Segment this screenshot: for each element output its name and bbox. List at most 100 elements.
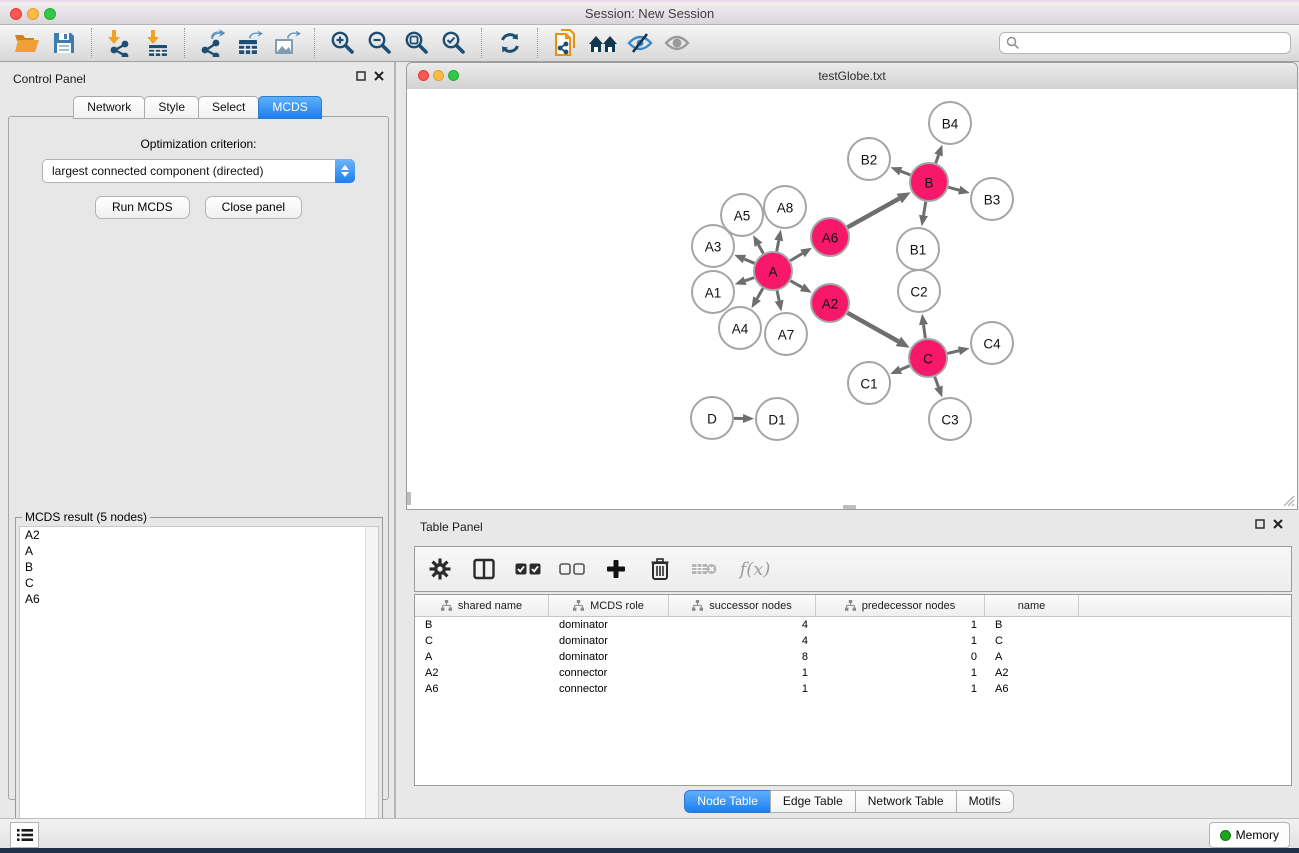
tab-motifs[interactable]: Motifs (956, 790, 1014, 813)
graph-edge-C-C2[interactable] (919, 314, 928, 338)
graph-node-B2[interactable]: B2 (848, 138, 890, 180)
graph-edge-A-A5[interactable] (753, 235, 763, 253)
export-network-button[interactable] (194, 27, 231, 59)
graph-node-C4[interactable]: C4 (971, 322, 1013, 364)
tab-mcds[interactable]: MCDS (258, 96, 321, 119)
graph-node-A5[interactable]: A5 (721, 194, 763, 236)
graph-node-A4[interactable]: A4 (719, 307, 761, 349)
delete-column-button[interactable] (645, 554, 675, 584)
table-cell[interactable]: 1 (816, 635, 985, 647)
network-window-titlebar[interactable]: testGlobe.txt (407, 63, 1297, 90)
table-row[interactable]: A2connector11A2 (415, 665, 1291, 681)
table-row[interactable]: Adominator80A (415, 649, 1291, 665)
table-cell[interactable]: dominator (549, 635, 669, 647)
zoom-in-button[interactable] (324, 27, 361, 59)
tab-style[interactable]: Style (144, 96, 199, 119)
mcds-result-item[interactable]: A2 (20, 527, 378, 543)
graph-node-B3[interactable]: B3 (971, 178, 1013, 220)
zoom-selected-button[interactable] (435, 27, 472, 59)
graph-edge-A-A3[interactable] (734, 255, 754, 263)
tab-network[interactable]: Network (73, 96, 145, 119)
column-header-mcds-role[interactable]: MCDS role (549, 595, 669, 616)
graph-edge-A-A7[interactable] (775, 291, 784, 312)
table-cell[interactable]: B (415, 619, 549, 631)
open-file-button[interactable] (8, 27, 45, 59)
column-header-predecessor-nodes[interactable]: predecessor nodes (816, 595, 985, 616)
show-graphics-details-button[interactable] (658, 27, 695, 59)
table-cell[interactable]: C (985, 635, 1079, 647)
graph-node-C1[interactable]: C1 (848, 362, 890, 404)
graph-node-B4[interactable]: B4 (929, 102, 971, 144)
table-settings-button[interactable] (425, 554, 455, 584)
export-image-button[interactable] (268, 27, 305, 59)
table-cell[interactable]: dominator (549, 619, 669, 631)
graph-edge-A2-C[interactable] (847, 313, 909, 348)
float-panel-icon[interactable] (1255, 519, 1265, 529)
zoom-fit-button[interactable] (398, 27, 435, 59)
graph-edge-B-B2[interactable] (890, 167, 910, 175)
hide-graphics-details-button[interactable] (621, 27, 658, 59)
table-cell[interactable]: 1 (669, 667, 816, 679)
add-column-button[interactable] (601, 554, 631, 584)
vertical-scroll-indicator[interactable] (407, 492, 411, 505)
float-panel-icon[interactable] (356, 71, 366, 81)
graph-edge-C-C4[interactable] (947, 346, 969, 355)
search-input[interactable] (999, 32, 1291, 54)
graph-node-A6[interactable]: A6 (811, 218, 849, 256)
close-panel-icon[interactable] (374, 71, 384, 81)
table-cell[interactable]: A2 (985, 667, 1079, 679)
table-cell[interactable]: connector (549, 683, 669, 695)
zoom-out-button[interactable] (361, 27, 398, 59)
optimization-criterion-select[interactable]: largest connected component (directed) (42, 159, 355, 183)
graph-node-C3[interactable]: C3 (929, 398, 971, 440)
graph-edge-A-A4[interactable] (752, 288, 763, 308)
graph-node-D[interactable]: D (691, 397, 733, 439)
tab-select[interactable]: Select (198, 96, 259, 119)
graph-node-A[interactable]: A (754, 252, 792, 290)
mcds-result-item[interactable]: A6 (20, 591, 378, 607)
graph-node-A8[interactable]: A8 (764, 186, 806, 228)
refresh-button[interactable] (491, 27, 528, 59)
home-button[interactable] (584, 27, 621, 59)
tab-edge-table[interactable]: Edge Table (770, 790, 856, 813)
delete-table-button[interactable] (689, 554, 719, 584)
table-cell[interactable]: A (985, 651, 1079, 663)
column-header-shared-name[interactable]: shared name (415, 595, 549, 616)
column-header-successor-nodes[interactable]: successor nodes (669, 595, 816, 616)
graph-edge-C-C3[interactable] (934, 377, 942, 398)
graph-edge-B-B4[interactable] (934, 145, 942, 163)
table-cell[interactable]: A6 (415, 683, 549, 695)
mcds-result-item[interactable]: C (20, 575, 378, 591)
run-mcds-button[interactable]: Run MCDS (95, 196, 190, 219)
graph-edge-A-A2[interactable] (790, 281, 811, 293)
table-cell[interactable]: 8 (669, 651, 816, 663)
graph-edge-A-A1[interactable] (735, 277, 754, 285)
table-cell[interactable]: 1 (669, 683, 816, 695)
horizontal-scroll-indicator[interactable] (843, 505, 856, 509)
resize-grip[interactable] (1281, 493, 1295, 507)
memory-button[interactable]: Memory (1209, 822, 1290, 848)
select-all-columns-button[interactable] (513, 554, 543, 584)
graph-edge-A-A6[interactable] (790, 248, 812, 261)
close-panel-button[interactable]: Close panel (205, 196, 302, 219)
graph-node-A2[interactable]: A2 (811, 284, 849, 322)
clone-network-button[interactable] (547, 27, 584, 59)
table-row[interactable]: A6connector11A6 (415, 681, 1291, 697)
table-cell[interactable]: 1 (816, 667, 985, 679)
table-cell[interactable]: B (985, 619, 1079, 631)
function-builder-button[interactable]: f(x) (733, 554, 777, 584)
column-view-button[interactable] (469, 554, 499, 584)
result-scrollbar[interactable] (365, 527, 378, 843)
import-network-button[interactable] (101, 27, 138, 59)
mcds-result-item[interactable]: B (20, 559, 378, 575)
table-cell[interactable]: A2 (415, 667, 549, 679)
graph-node-D1[interactable]: D1 (756, 398, 798, 440)
graph-edge-C-C1[interactable] (890, 366, 909, 374)
graph-edge-B-B3[interactable] (948, 186, 969, 195)
panel-selector-button[interactable] (10, 822, 39, 848)
import-table-button[interactable] (138, 27, 175, 59)
table-cell[interactable]: C (415, 635, 549, 647)
graph-edge-A-A8[interactable] (774, 230, 783, 252)
export-table-button[interactable] (231, 27, 268, 59)
column-header-name[interactable]: name (985, 595, 1079, 616)
